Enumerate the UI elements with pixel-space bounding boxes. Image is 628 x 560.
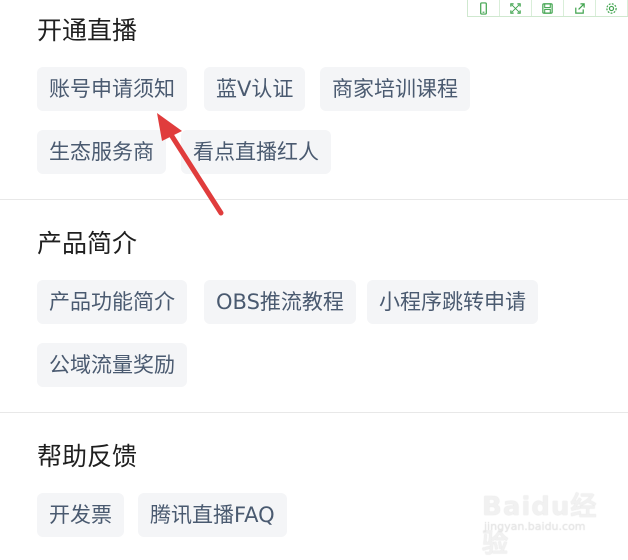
settings-icon[interactable]: [596, 0, 628, 16]
tag-ecosystem-provider[interactable]: 生态服务商: [37, 130, 166, 174]
watermark-url: jingyan.baidu.com: [484, 520, 586, 533]
tag-miniprogram-jump[interactable]: 小程序跳转申请: [367, 280, 538, 324]
section-title-help-feedback: 帮助反馈: [37, 442, 138, 471]
tag-blue-v-verify[interactable]: 蓝V认证: [204, 67, 306, 111]
expand-icon[interactable]: [500, 0, 532, 16]
tag-product-features[interactable]: 产品功能简介: [37, 280, 187, 324]
tag-merchant-training[interactable]: 商家培训课程: [320, 67, 470, 111]
share-icon[interactable]: [564, 0, 596, 16]
section-title-product-intro: 产品简介: [37, 229, 138, 258]
phone-icon[interactable]: [468, 0, 500, 16]
tag-obs-tutorial[interactable]: OBS推流教程: [204, 280, 356, 324]
tag-traffic-reward[interactable]: 公域流量奖励: [37, 343, 187, 387]
tag-tencent-live-faq[interactable]: 腾讯直播FAQ: [138, 493, 287, 537]
tag-account-application[interactable]: 账号申请须知: [37, 67, 187, 111]
save-icon[interactable]: [532, 0, 564, 16]
tag-invoice[interactable]: 开发票: [37, 493, 124, 537]
divider: [0, 199, 628, 200]
baidu-watermark: Baidu经验 jingyan.baidu.com: [480, 482, 620, 559]
top-toolbar: [467, 0, 628, 17]
divider: [0, 412, 628, 413]
tag-kandian-influencer[interactable]: 看点直播红人: [181, 130, 331, 174]
section-title-open-live: 开通直播: [37, 16, 138, 45]
